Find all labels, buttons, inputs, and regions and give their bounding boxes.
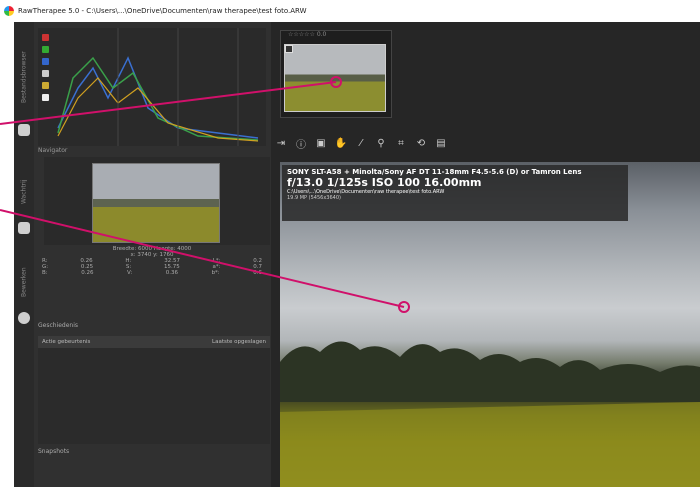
tab-queue[interactable]: Wachtrij: [14, 162, 34, 222]
snapshots-label: Snapshots: [38, 448, 70, 455]
window-title: RawTherapee 5.0 - C:\Users\...\OneDrive\…: [18, 7, 307, 15]
raw-toggle[interactable]: [42, 94, 49, 101]
filmstrip-thumbnail[interactable]: [284, 44, 386, 112]
exposure-text: f/13.0 1/125s ISO 100 16.00mm: [287, 176, 482, 189]
history-header: Actie gebeurtenis Laatste opgeslagen: [38, 336, 270, 348]
side-tab-strip: Bestandsbrowser Wachtrij Bewerken: [14, 22, 34, 487]
filmstrip-rating[interactable]: ☆☆☆☆☆ 0.0: [288, 31, 326, 38]
crop-icon[interactable]: ⌗: [395, 137, 407, 149]
info-row-b: B: 0.26 V: 0.36 b*: 0.6: [42, 270, 262, 276]
navigator-label: Navigator: [38, 147, 68, 154]
histogram-graph: [57, 28, 259, 146]
tab-file-browser[interactable]: Bestandsbrowser: [14, 32, 34, 122]
red-channel-toggle[interactable]: [42, 34, 49, 41]
camera-lens-text: SONY SLT-A58 + Minolta/Sony AF DT 11-18m…: [287, 168, 582, 176]
info-icon[interactable]: ⓘ: [295, 137, 307, 151]
editor-icon: [18, 312, 30, 324]
luminance-toggle[interactable]: [42, 70, 49, 77]
rotate-icon[interactable]: ⟲: [415, 137, 427, 149]
queue-icon: [18, 222, 30, 234]
history-list[interactable]: [38, 348, 270, 444]
image-info-overlay: SONY SLT-A58 + Minolta/Sony AF DT 11-18m…: [282, 165, 628, 221]
history-col-saved[interactable]: Laatste opgeslagen: [212, 339, 266, 345]
histogram: [38, 28, 266, 146]
editor-toolbar: ⇥ ⓘ ▣ ✋ ⁄ ⚲ ⌗ ⟲ ▤: [275, 133, 700, 153]
title-bar: RawTherapee 5.0 - C:\Users\...\OneDrive\…: [0, 0, 700, 22]
history-col-action[interactable]: Actie gebeurtenis: [42, 339, 90, 345]
tab-editor[interactable]: Bewerken: [14, 252, 34, 312]
straighten-icon[interactable]: ⚲: [375, 137, 387, 149]
file-browser-icon: [18, 124, 30, 136]
navigator-thumbnail[interactable]: [92, 163, 220, 243]
hand-tool-icon[interactable]: ✋: [335, 137, 347, 149]
green-channel-toggle[interactable]: [42, 46, 49, 53]
color-picker-icon[interactable]: ⁄: [355, 137, 367, 149]
megapixel-text: 19.9 MP (5456x3640): [287, 195, 341, 201]
app-logo-icon: [4, 6, 14, 16]
history-label: Geschiedenis: [38, 322, 79, 329]
chroma-toggle[interactable]: [42, 82, 49, 89]
presets-icon[interactable]: ▤: [435, 137, 447, 149]
before-after-icon[interactable]: ▣: [315, 137, 327, 149]
hide-panel-icon[interactable]: ⇥: [275, 137, 287, 149]
blue-channel-toggle[interactable]: [42, 58, 49, 65]
thumbnail-checkbox[interactable]: [285, 45, 293, 53]
navigator-info: Breedte: 6000 Hoogte: 4000 x: 3740 y: 17…: [38, 246, 266, 320]
